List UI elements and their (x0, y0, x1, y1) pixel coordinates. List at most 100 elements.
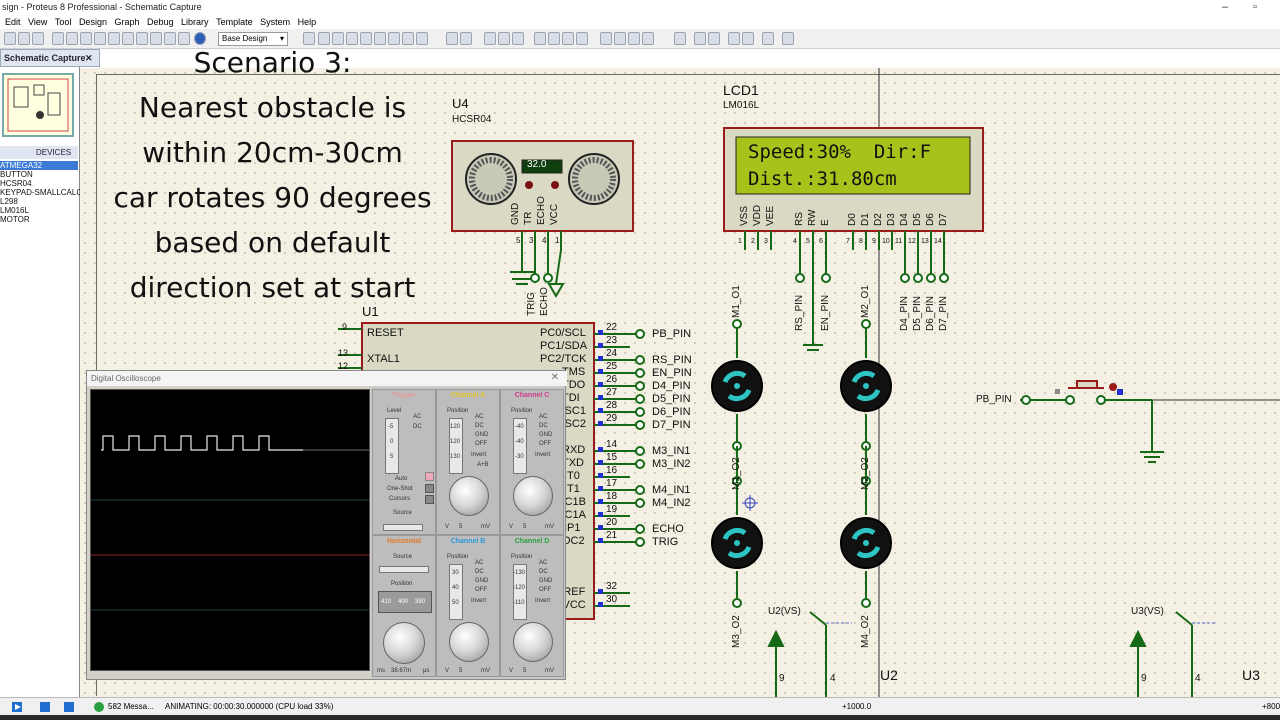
net-terminal (635, 498, 645, 508)
unit-v: V (445, 524, 450, 530)
coupling-off: OFF (475, 441, 487, 447)
proteus-window: sign - Proteus 8 Professional - Schemati… (0, 0, 1280, 720)
mcu-pin-number: 19 (606, 504, 618, 515)
net-terminal (635, 368, 645, 378)
lcd-net-label: D5_PIN (912, 295, 923, 331)
net-terminal (635, 407, 645, 417)
lcd-pin-number: 8 (859, 238, 863, 245)
lcd-net-label: D4_PIN (899, 295, 910, 331)
lcd-pin-label: D0 (847, 213, 858, 226)
lcd-pin-label: D2 (873, 213, 884, 226)
mcu-pin-name: PC0/SCL (540, 327, 586, 339)
lcd-pin-label: D5 (912, 213, 923, 226)
trigger-label: Trigger (392, 392, 416, 399)
lcd-pin-number: 10 (882, 238, 890, 245)
channel-d-panel: Channel D Position -130 -120 -110 AC DC … (500, 535, 564, 677)
knob-value: 5 (523, 524, 527, 530)
messages-count[interactable]: 582 Messa... (108, 698, 154, 715)
u2-vs-label: U2(VS) (768, 606, 801, 617)
trigger-source-slider[interactable] (383, 524, 423, 531)
u2-pin-9: 9 (779, 673, 785, 684)
auto-button[interactable] (425, 472, 434, 481)
pin-state-marker (598, 589, 603, 594)
channel-b-scale-knob[interactable] (449, 622, 489, 662)
coupling-off: OFF (475, 587, 487, 593)
timebase-knob[interactable] (383, 622, 425, 664)
pause-icon[interactable] (40, 702, 50, 712)
lcd-pin-label: VDD (752, 204, 763, 226)
scenario-line-6: direction set at start (129, 271, 416, 304)
channel-c-scale-knob[interactable] (513, 476, 553, 516)
oscilloscope-window[interactable]: Digital Oscilloscope ✕ Trigger Level -5 … (86, 370, 567, 680)
mcu-pin-number: 20 (606, 517, 618, 528)
mcu-net-label: D7_PIN (652, 419, 691, 431)
mcu-pin-number: 21 (606, 530, 618, 541)
coupling-gnd: GND (475, 578, 489, 584)
play-triangle (15, 704, 21, 710)
mcu-pin-number: 32 (606, 581, 618, 592)
lcd-row-1: Speed:30% Dir:F (748, 141, 932, 163)
unit-v: V (445, 668, 450, 674)
coupling-off: OFF (539, 587, 551, 593)
trigger-source-label: Source (393, 510, 413, 516)
coupling-invert: Invert (535, 452, 551, 458)
net-terminal (635, 537, 645, 547)
auto-label: Auto (395, 476, 408, 482)
lcd-pin-label: VEE (765, 205, 776, 226)
lcd-ref: LCD1 (723, 82, 759, 98)
lcd-pin-number: 2 (751, 238, 755, 245)
position-tick: -30 (515, 454, 524, 460)
stop-icon[interactable] (64, 702, 74, 712)
position-tick: 120 (450, 439, 461, 445)
channel-d-scale-knob[interactable] (513, 622, 553, 662)
position-tick: 30 (452, 570, 459, 576)
lcd-pin-label: RS (794, 212, 805, 226)
mcu-pin-number: 30 (606, 594, 618, 605)
pin-state-marker (598, 525, 603, 530)
cursors-button[interactable] (425, 495, 434, 504)
motor-net-label: M3_O2 (731, 615, 742, 648)
coupling-ac: AC (475, 414, 484, 420)
mcu-net-label: M4_IN1 (652, 484, 691, 496)
cursor-coordinate-right: +800 (1262, 702, 1280, 711)
lcd-pin-label: E (820, 219, 831, 226)
pin-state-marker (598, 486, 603, 491)
net-terminal (635, 524, 645, 534)
motor-symbol (840, 476, 892, 608)
a-plus-b-label: A+B (477, 462, 489, 468)
mcu-net-label: D6_PIN (652, 406, 691, 418)
coupling-invert: Invert (535, 598, 551, 604)
horizontal-source-slider[interactable] (379, 566, 429, 573)
sonar-button-up (551, 181, 559, 189)
scenario-line-3: within 20cm-30cm (142, 136, 403, 169)
motor-net-label: M4_O2 (860, 615, 871, 648)
sonar-ref: U4 (452, 96, 469, 111)
pin-state-marker (598, 330, 603, 335)
mcu-pin-number: 14 (606, 439, 618, 450)
net-echo-label: ECHO (539, 287, 550, 316)
messages-status-icon (94, 702, 104, 712)
oscilloscope-screen (90, 389, 370, 671)
power-terminal (547, 283, 565, 298)
lcd-pin-number: 3 (764, 238, 768, 245)
level-label: Level (387, 408, 402, 414)
mcu-pin-number: 18 (606, 491, 618, 502)
coupling-ac: AC (539, 560, 548, 566)
unit-mv: mV (481, 524, 490, 530)
one-shot-button[interactable] (425, 484, 434, 493)
level-tick: -5 (388, 424, 394, 430)
position-tick: 400 (398, 599, 409, 605)
level-tick: 5 (390, 454, 394, 460)
scope-trace (91, 435, 369, 611)
close-icon[interactable]: ✕ (551, 372, 559, 383)
coupling-dc: DC (475, 423, 484, 429)
horizontal-source-label: Source (393, 554, 413, 560)
lcd-pin-number: 6 (819, 238, 823, 245)
mcu-pin-name: PC1/SDA (540, 340, 588, 352)
mcu-net-label: TRIG (652, 536, 679, 548)
one-shot-label: One-Shot (387, 486, 413, 492)
u3-ref: U3 (1242, 667, 1260, 683)
pin-state-marker (598, 356, 603, 361)
mcu-net-label: M3_IN1 (652, 445, 691, 457)
channel-a-scale-knob[interactable] (449, 476, 489, 516)
